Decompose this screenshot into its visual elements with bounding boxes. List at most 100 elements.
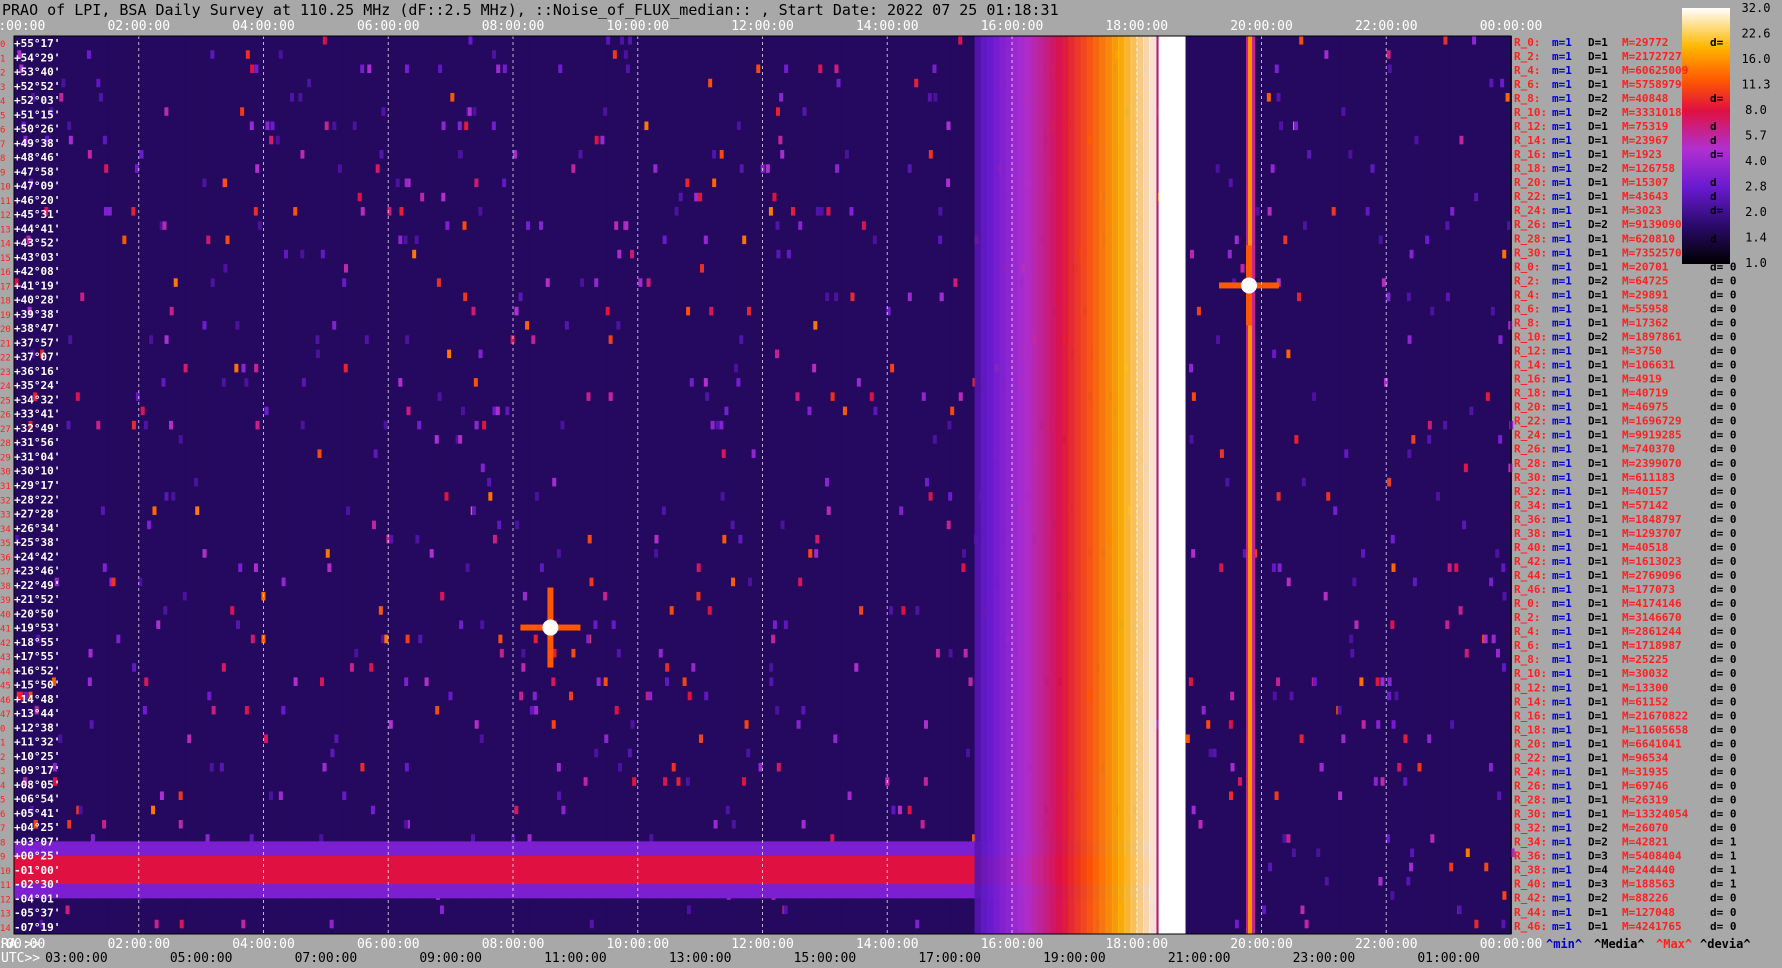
noise-pixel: [691, 663, 696, 672]
side-row-median: D=1: [1588, 415, 1608, 428]
background-column: [450, 36, 468, 934]
side-row-median: D=1: [1588, 920, 1608, 933]
noise-pixel: [438, 64, 443, 74]
side-row-deviation: d= 0: [1710, 920, 1737, 933]
x-tick-label-top: 18:00:00: [1105, 19, 1168, 34]
side-row-median: D=1: [1588, 808, 1608, 821]
noise-pixel: [1304, 919, 1309, 929]
side-row-min: m=1: [1552, 723, 1572, 736]
noise-pixel: [1445, 221, 1450, 230]
beam-number: 29: [0, 453, 11, 463]
vertical-gradient-strip: [1099, 36, 1107, 934]
noise-pixel: [315, 349, 320, 359]
noise-pixel: [379, 150, 384, 159]
noise-pixel: [250, 64, 255, 74]
noise-pixel: [378, 606, 383, 615]
side-row-min: m=1: [1552, 583, 1572, 596]
noise-pixel: [1286, 834, 1291, 843]
noise-pixel: [953, 278, 958, 287]
noise-pixel: [1227, 249, 1232, 259]
vertical-gradient-strip: [1142, 36, 1151, 934]
noise-pixel: [1274, 791, 1279, 801]
noise-pixel: [776, 249, 781, 259]
side-row-range: R_24:: [1514, 204, 1547, 217]
x-tick-label-utc: 19:00:00: [1043, 951, 1106, 966]
noise-pixel: [522, 591, 527, 601]
noise-pixel: [710, 420, 715, 430]
side-row-range: R_0:: [1514, 36, 1541, 49]
noise-pixel: [938, 235, 943, 245]
noise-pixel: [68, 135, 73, 145]
noise-pixel: [163, 606, 168, 615]
noise-pixel: [561, 805, 566, 815]
noise-pixel: [327, 563, 332, 572]
vertical-gradient-strip: [1149, 36, 1157, 934]
side-row-max: M=4174146: [1622, 597, 1682, 610]
side-row-range: R_4:: [1514, 625, 1541, 638]
noise-pixel: [586, 392, 591, 401]
side-row-range: R_28:: [1514, 232, 1547, 245]
side-row-min: m=1: [1552, 78, 1572, 91]
side-row-median: D=1: [1588, 794, 1608, 807]
y-tick-label: +42°08': [14, 265, 60, 278]
noise-pixel: [467, 107, 472, 116]
noise-pixel: [1380, 777, 1385, 786]
noise-pixel: [539, 563, 544, 572]
noise-pixel: [533, 634, 538, 644]
noise-pixel: [471, 306, 476, 316]
noise-pixel: [819, 207, 824, 216]
side-row-min: m=1: [1552, 892, 1572, 905]
noise-pixel: [142, 705, 147, 715]
y-tick-label: +23°46': [14, 565, 60, 578]
noise-pixel: [444, 492, 449, 501]
noise-pixel: [1268, 862, 1273, 872]
side-row-median: D=1: [1588, 50, 1608, 63]
noise-pixel: [775, 705, 780, 715]
noise-pixel: [746, 306, 751, 316]
noise-pixel: [162, 221, 167, 230]
side-row-min: m=1: [1552, 499, 1572, 512]
noise-pixel: [404, 178, 409, 188]
noise-pixel: [1449, 862, 1454, 872]
background-column: [622, 36, 639, 934]
noise-pixel: [1219, 449, 1224, 458]
noise-pixel: [768, 207, 773, 216]
noise-pixel: [963, 648, 968, 658]
side-row-range: R_20:: [1514, 176, 1547, 189]
noise-pixel: [593, 620, 598, 629]
side-row-max: M=46975: [1622, 401, 1668, 414]
noise-pixel: [1430, 306, 1435, 316]
side-row-median: D=1: [1588, 36, 1608, 49]
noise-pixel: [724, 406, 729, 416]
background-column: [232, 36, 249, 934]
noise-pixel: [529, 705, 534, 715]
y-tick-label: +38°47': [14, 322, 60, 335]
noise-pixel: [1387, 64, 1392, 74]
y-tick-label: +34°32': [14, 393, 60, 406]
noise-pixel: [907, 805, 912, 815]
noise-pixel: [398, 235, 403, 245]
noise-pixel: [1491, 634, 1496, 644]
noise-pixel: [775, 349, 780, 359]
x-tick-label-ra: 04:00:00: [232, 937, 295, 952]
noise-pixel: [733, 363, 738, 373]
noise-pixel: [558, 64, 563, 74]
noise-pixel: [389, 534, 394, 544]
beam-number: 5: [0, 111, 5, 121]
noise-pixel: [263, 734, 268, 743]
noise-pixel: [756, 64, 761, 74]
noise-pixel: [521, 663, 526, 672]
noise-pixel: [502, 64, 507, 74]
side-row-range: R_8:: [1514, 653, 1541, 666]
side-row-deviation: d= 0: [1710, 345, 1737, 358]
noise-pixel: [403, 235, 408, 245]
noise-pixel: [1229, 791, 1234, 801]
side-row-range: R_16:: [1514, 148, 1547, 161]
side-row-max: M=26070: [1622, 822, 1668, 835]
background-column: [1448, 36, 1466, 934]
noise-pixel: [721, 449, 726, 458]
noise-pixel: [187, 734, 192, 743]
noise-pixel: [244, 705, 249, 715]
noise-pixel: [928, 492, 933, 501]
noise-pixel: [471, 506, 476, 515]
